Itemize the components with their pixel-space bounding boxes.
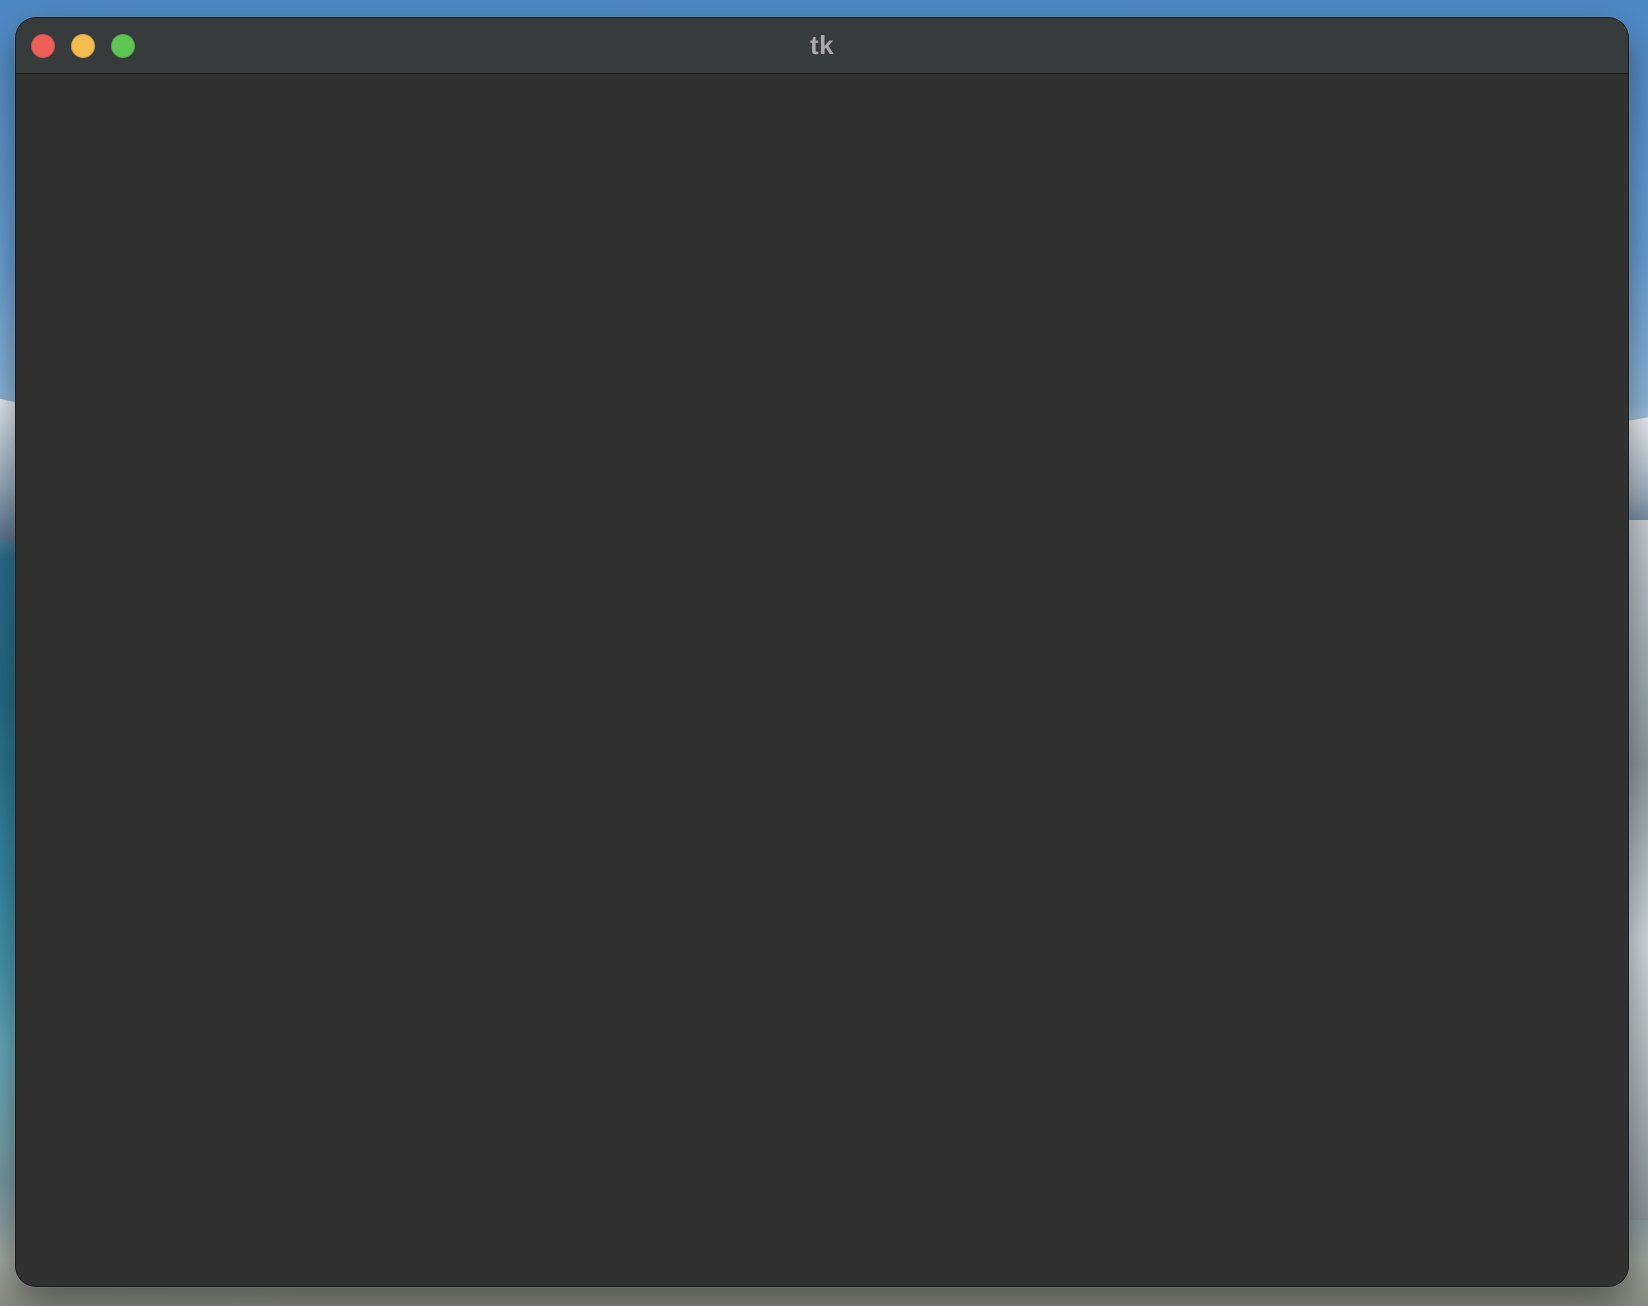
window-titlebar[interactable]: tk [16,18,1628,74]
desktop-wallpaper: tk [0,0,1648,1306]
tk-window: tk [16,18,1628,1286]
window-title: tk [809,30,835,60]
window-content[interactable] [16,74,1628,1286]
